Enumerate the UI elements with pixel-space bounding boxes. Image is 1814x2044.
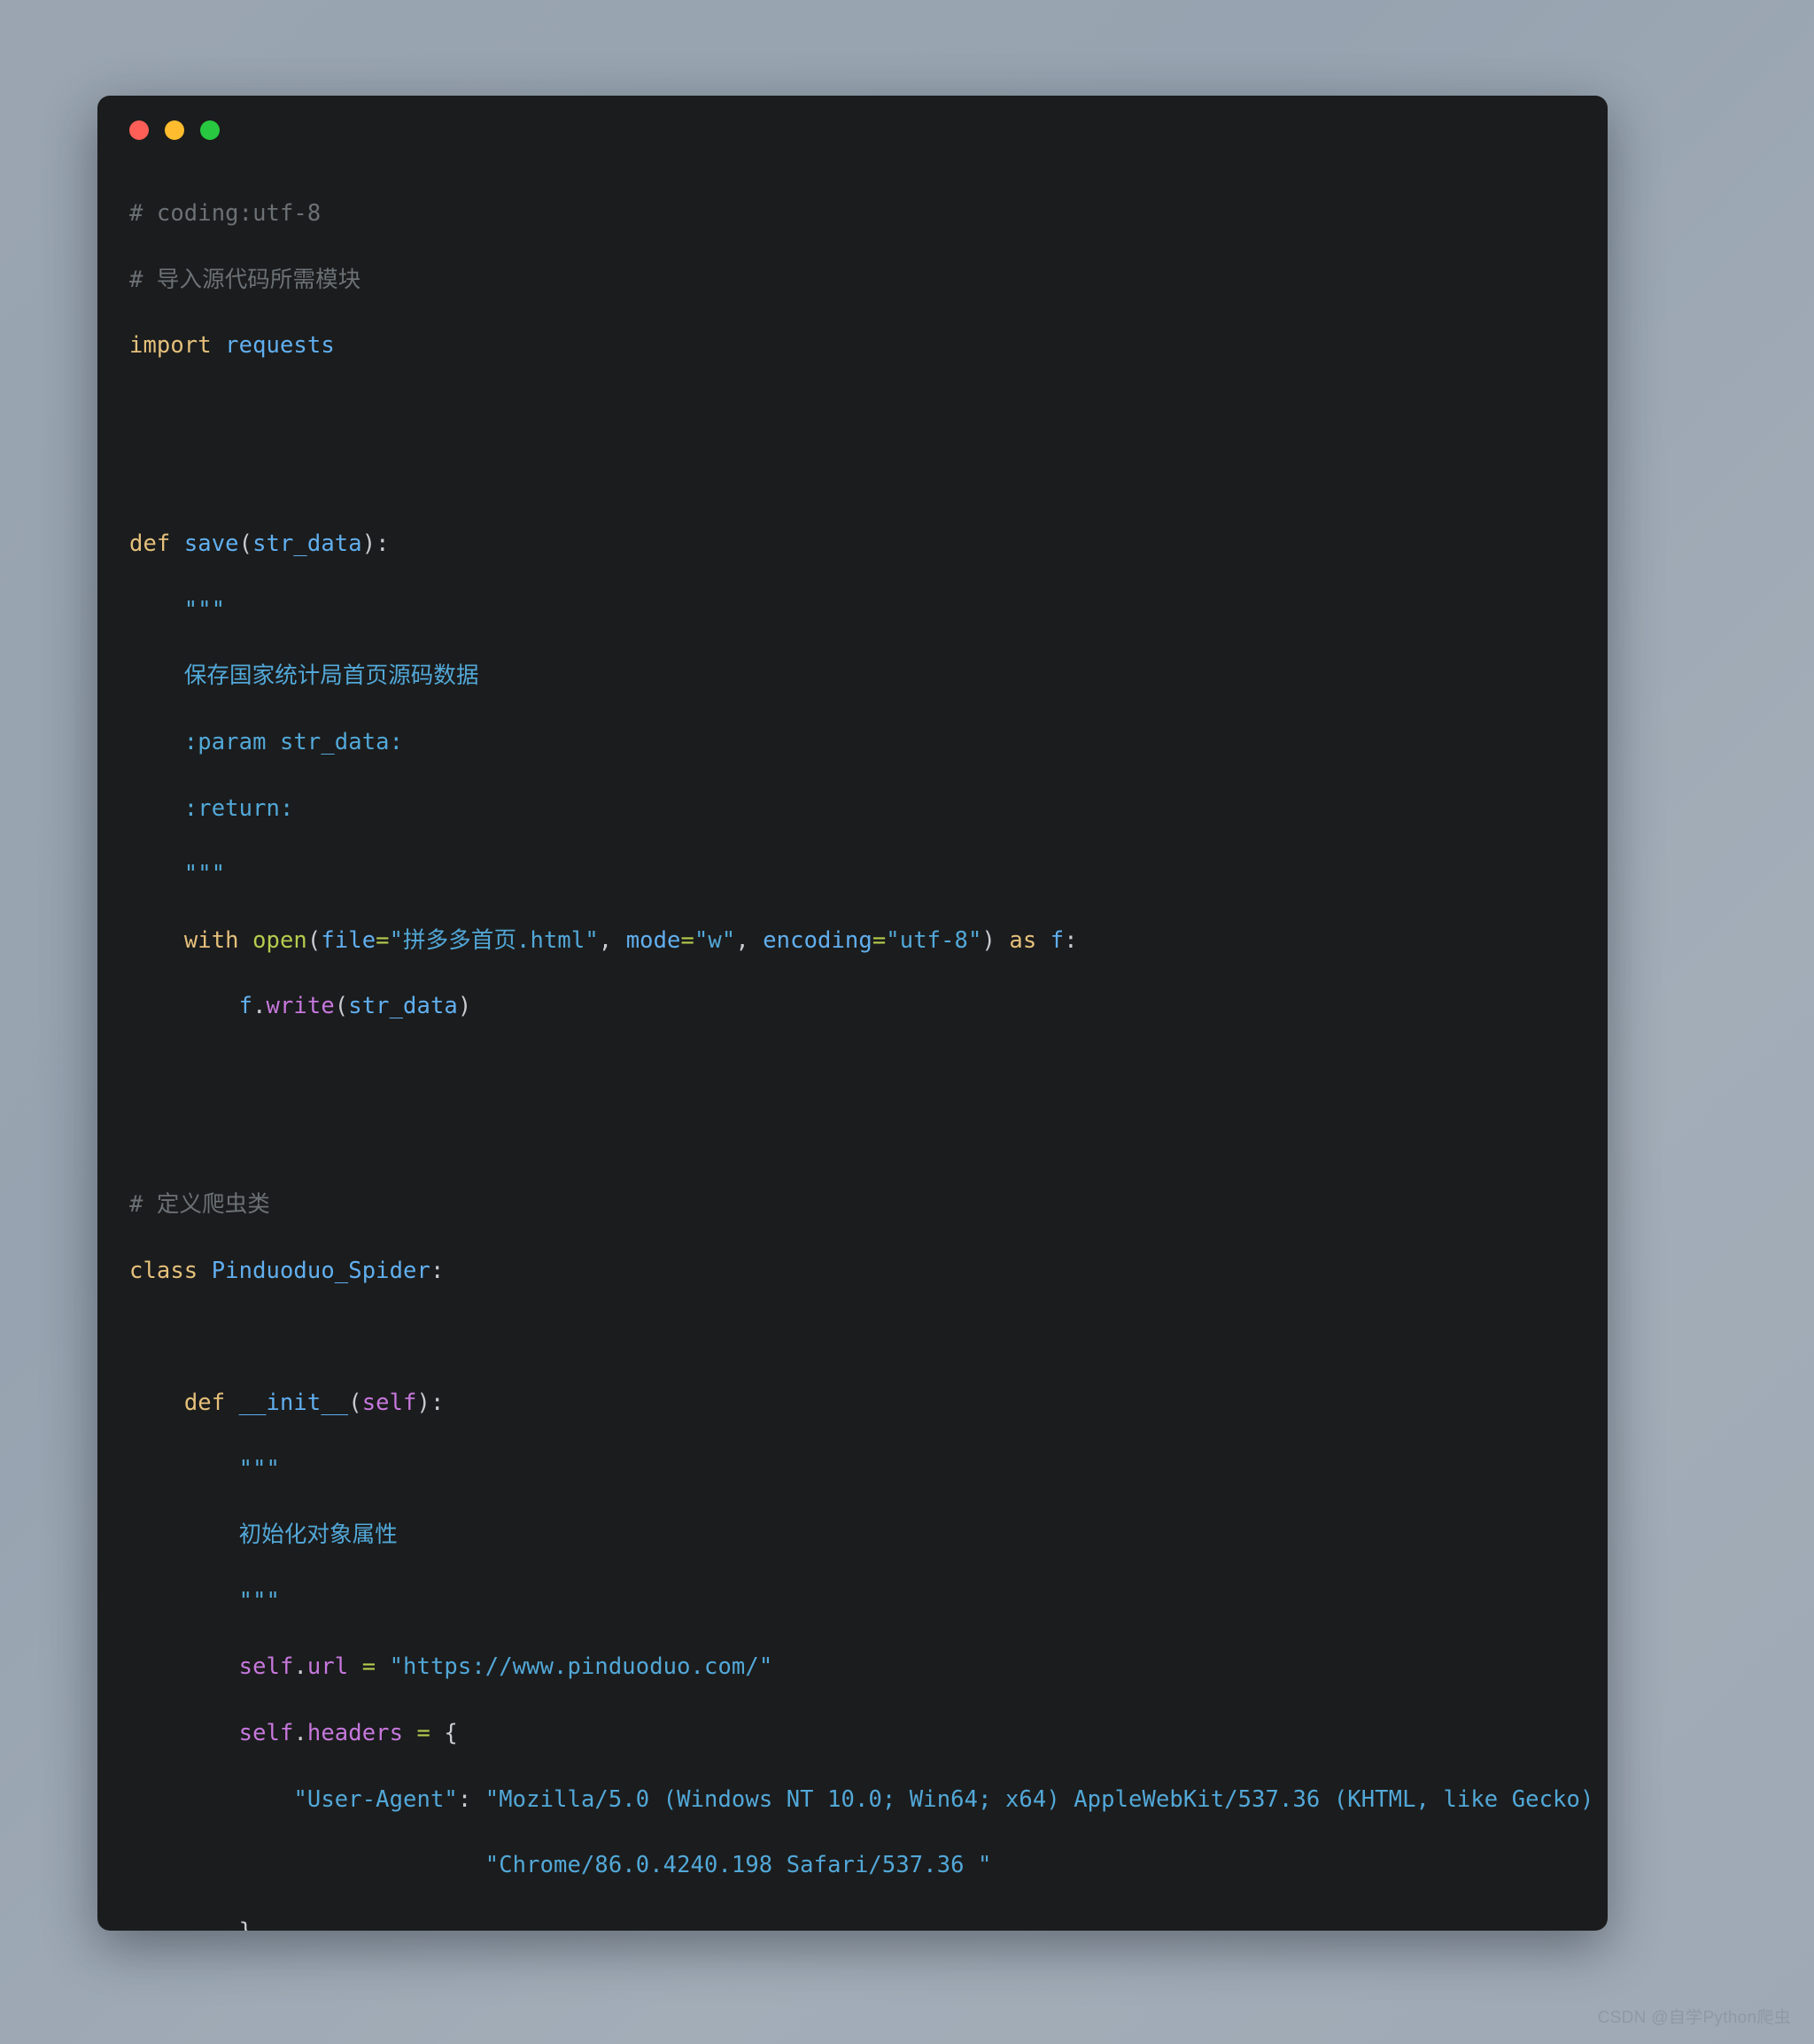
- code-line: """: [129, 858, 1576, 891]
- module-requests: requests: [225, 332, 335, 360]
- equals: =: [872, 926, 887, 954]
- maximize-window-button[interactable]: [200, 120, 220, 140]
- window-title-bar: [97, 96, 1608, 165]
- code-line: class Pinduoduo_Spider:: [129, 1255, 1576, 1288]
- string-mode: "w": [694, 926, 736, 954]
- code-line: self.headers = {: [129, 1717, 1576, 1750]
- code-window: # coding:utf-8 # 导入源代码所需模块 import reques…: [97, 96, 1608, 1931]
- paren: (: [334, 993, 349, 1020]
- keyword-with: with: [183, 926, 239, 954]
- code-line: }: [129, 1916, 1576, 1931]
- arg-str-data: str_data: [348, 993, 458, 1020]
- paren: (: [306, 926, 322, 954]
- self-ref: self: [238, 1653, 294, 1681]
- code-line: :param str_data:: [129, 726, 1576, 759]
- code-line: """: [129, 594, 1576, 627]
- keyword-def: def: [183, 1389, 226, 1416]
- paren: ): [981, 926, 996, 954]
- dot: .: [293, 1719, 307, 1746]
- code-line: # coding:utf-8: [129, 197, 1576, 230]
- kwarg-file: file: [321, 926, 376, 954]
- docstring-param: :param str_data:: [129, 729, 404, 756]
- comment-token: # 定义爬虫类: [129, 1191, 270, 1219]
- docstring-open: """: [129, 1455, 280, 1483]
- code-block[interactable]: # coding:utf-8 # 导入源代码所需模块 import reques…: [97, 165, 1608, 1931]
- param-self: self: [361, 1389, 417, 1416]
- dot: .: [293, 1653, 307, 1681]
- string-encoding: "utf-8": [886, 926, 982, 954]
- brace-close: }: [239, 1918, 252, 1931]
- keyword-class: class: [129, 1257, 198, 1284]
- code-line: # 导入源代码所需模块: [129, 264, 1576, 297]
- string-url: "https://www.pinduoduo.com/": [389, 1653, 773, 1681]
- code-line: :return:: [129, 793, 1576, 825]
- keyword-def: def: [129, 530, 171, 558]
- method-write: write: [266, 993, 335, 1020]
- docstring-close: """: [129, 1587, 280, 1614]
- string-filename: "拼多多首页.html": [389, 926, 599, 954]
- close-window-button[interactable]: [129, 120, 149, 140]
- code-line: "User-Agent": "Mozilla/5.0 (Windows NT 1…: [129, 1784, 1608, 1816]
- code-line: "Chrome/86.0.4240.198 Safari/537.36 ": [129, 1849, 1576, 1882]
- colon: :: [457, 1785, 485, 1813]
- function-name-save: save: [183, 530, 239, 558]
- docstring-return: :return:: [129, 794, 294, 822]
- string-user-agent-value: "Mozilla/5.0 (Windows NT 10.0; Win64; x6…: [485, 1785, 1608, 1813]
- attr-url: url: [306, 1653, 349, 1681]
- code-line: def save(str_data):: [129, 528, 1576, 561]
- comment-token: # 导入源代码所需模块: [129, 266, 361, 293]
- equals: =: [680, 926, 694, 954]
- code-line: 保存国家统计局首页源码数据: [129, 660, 1576, 693]
- code-line: """: [129, 1585, 1576, 1618]
- paren-colon: ):: [416, 1389, 445, 1416]
- code-line: with open(file="拼多多首页.html", mode="w", e…: [129, 925, 1576, 957]
- function-name-init: __init__: [238, 1389, 349, 1416]
- code-line: import requests: [129, 329, 1576, 362]
- var-f: f: [238, 993, 253, 1020]
- docstring-text: 初始化对象属性: [129, 1521, 398, 1549]
- kwarg-mode: mode: [625, 926, 681, 954]
- equals: =: [361, 1653, 376, 1681]
- builtin-open: open: [252, 926, 307, 954]
- brace-open: {: [444, 1719, 458, 1746]
- keyword-as: as: [1009, 926, 1037, 954]
- attr-headers: headers: [306, 1719, 404, 1746]
- paren: (: [238, 530, 253, 558]
- dot: .: [252, 993, 267, 1020]
- paren-colon: ):: [361, 530, 390, 558]
- paren: (: [348, 1389, 362, 1416]
- code-line: f.write(str_data): [129, 990, 1576, 1023]
- docstring-open: """: [129, 596, 226, 623]
- docstring-text: 保存国家统计局首页源码数据: [129, 662, 479, 690]
- self-ref: self: [238, 1719, 294, 1746]
- colon: :: [430, 1257, 445, 1284]
- string-user-agent-cont: "Chrome/86.0.4240.198 Safari/537.36 ": [485, 1852, 992, 1879]
- csdn-watermark: CSDN @自学Python爬虫: [1597, 2009, 1791, 2027]
- paren: ): [457, 993, 472, 1020]
- var-f: f: [1050, 926, 1065, 954]
- code-line: 初始化对象属性: [129, 1519, 1576, 1552]
- code-line: self.url = "https://www.pinduoduo.com/": [129, 1651, 1576, 1684]
- minimize-window-button[interactable]: [165, 120, 184, 140]
- keyword-import: import: [129, 332, 212, 360]
- comment-token: # coding:utf-8: [129, 200, 322, 228]
- code-line: def __init__(self):: [129, 1387, 1576, 1420]
- code-line: # 定义爬虫类: [129, 1188, 1576, 1221]
- kwarg-encoding: encoding: [763, 926, 872, 954]
- comma: ,: [598, 926, 626, 954]
- comma: ,: [735, 926, 764, 954]
- colon: :: [1064, 926, 1078, 954]
- equals: =: [376, 926, 390, 954]
- code-line: """: [129, 1453, 1576, 1486]
- docstring-close: """: [129, 861, 226, 888]
- string-user-agent-key: "User-Agent": [293, 1785, 458, 1813]
- class-name-pinduoduo-spider: Pinduoduo_Spider: [211, 1257, 430, 1284]
- equals: =: [416, 1719, 430, 1746]
- param-str-data: str_data: [252, 530, 362, 558]
